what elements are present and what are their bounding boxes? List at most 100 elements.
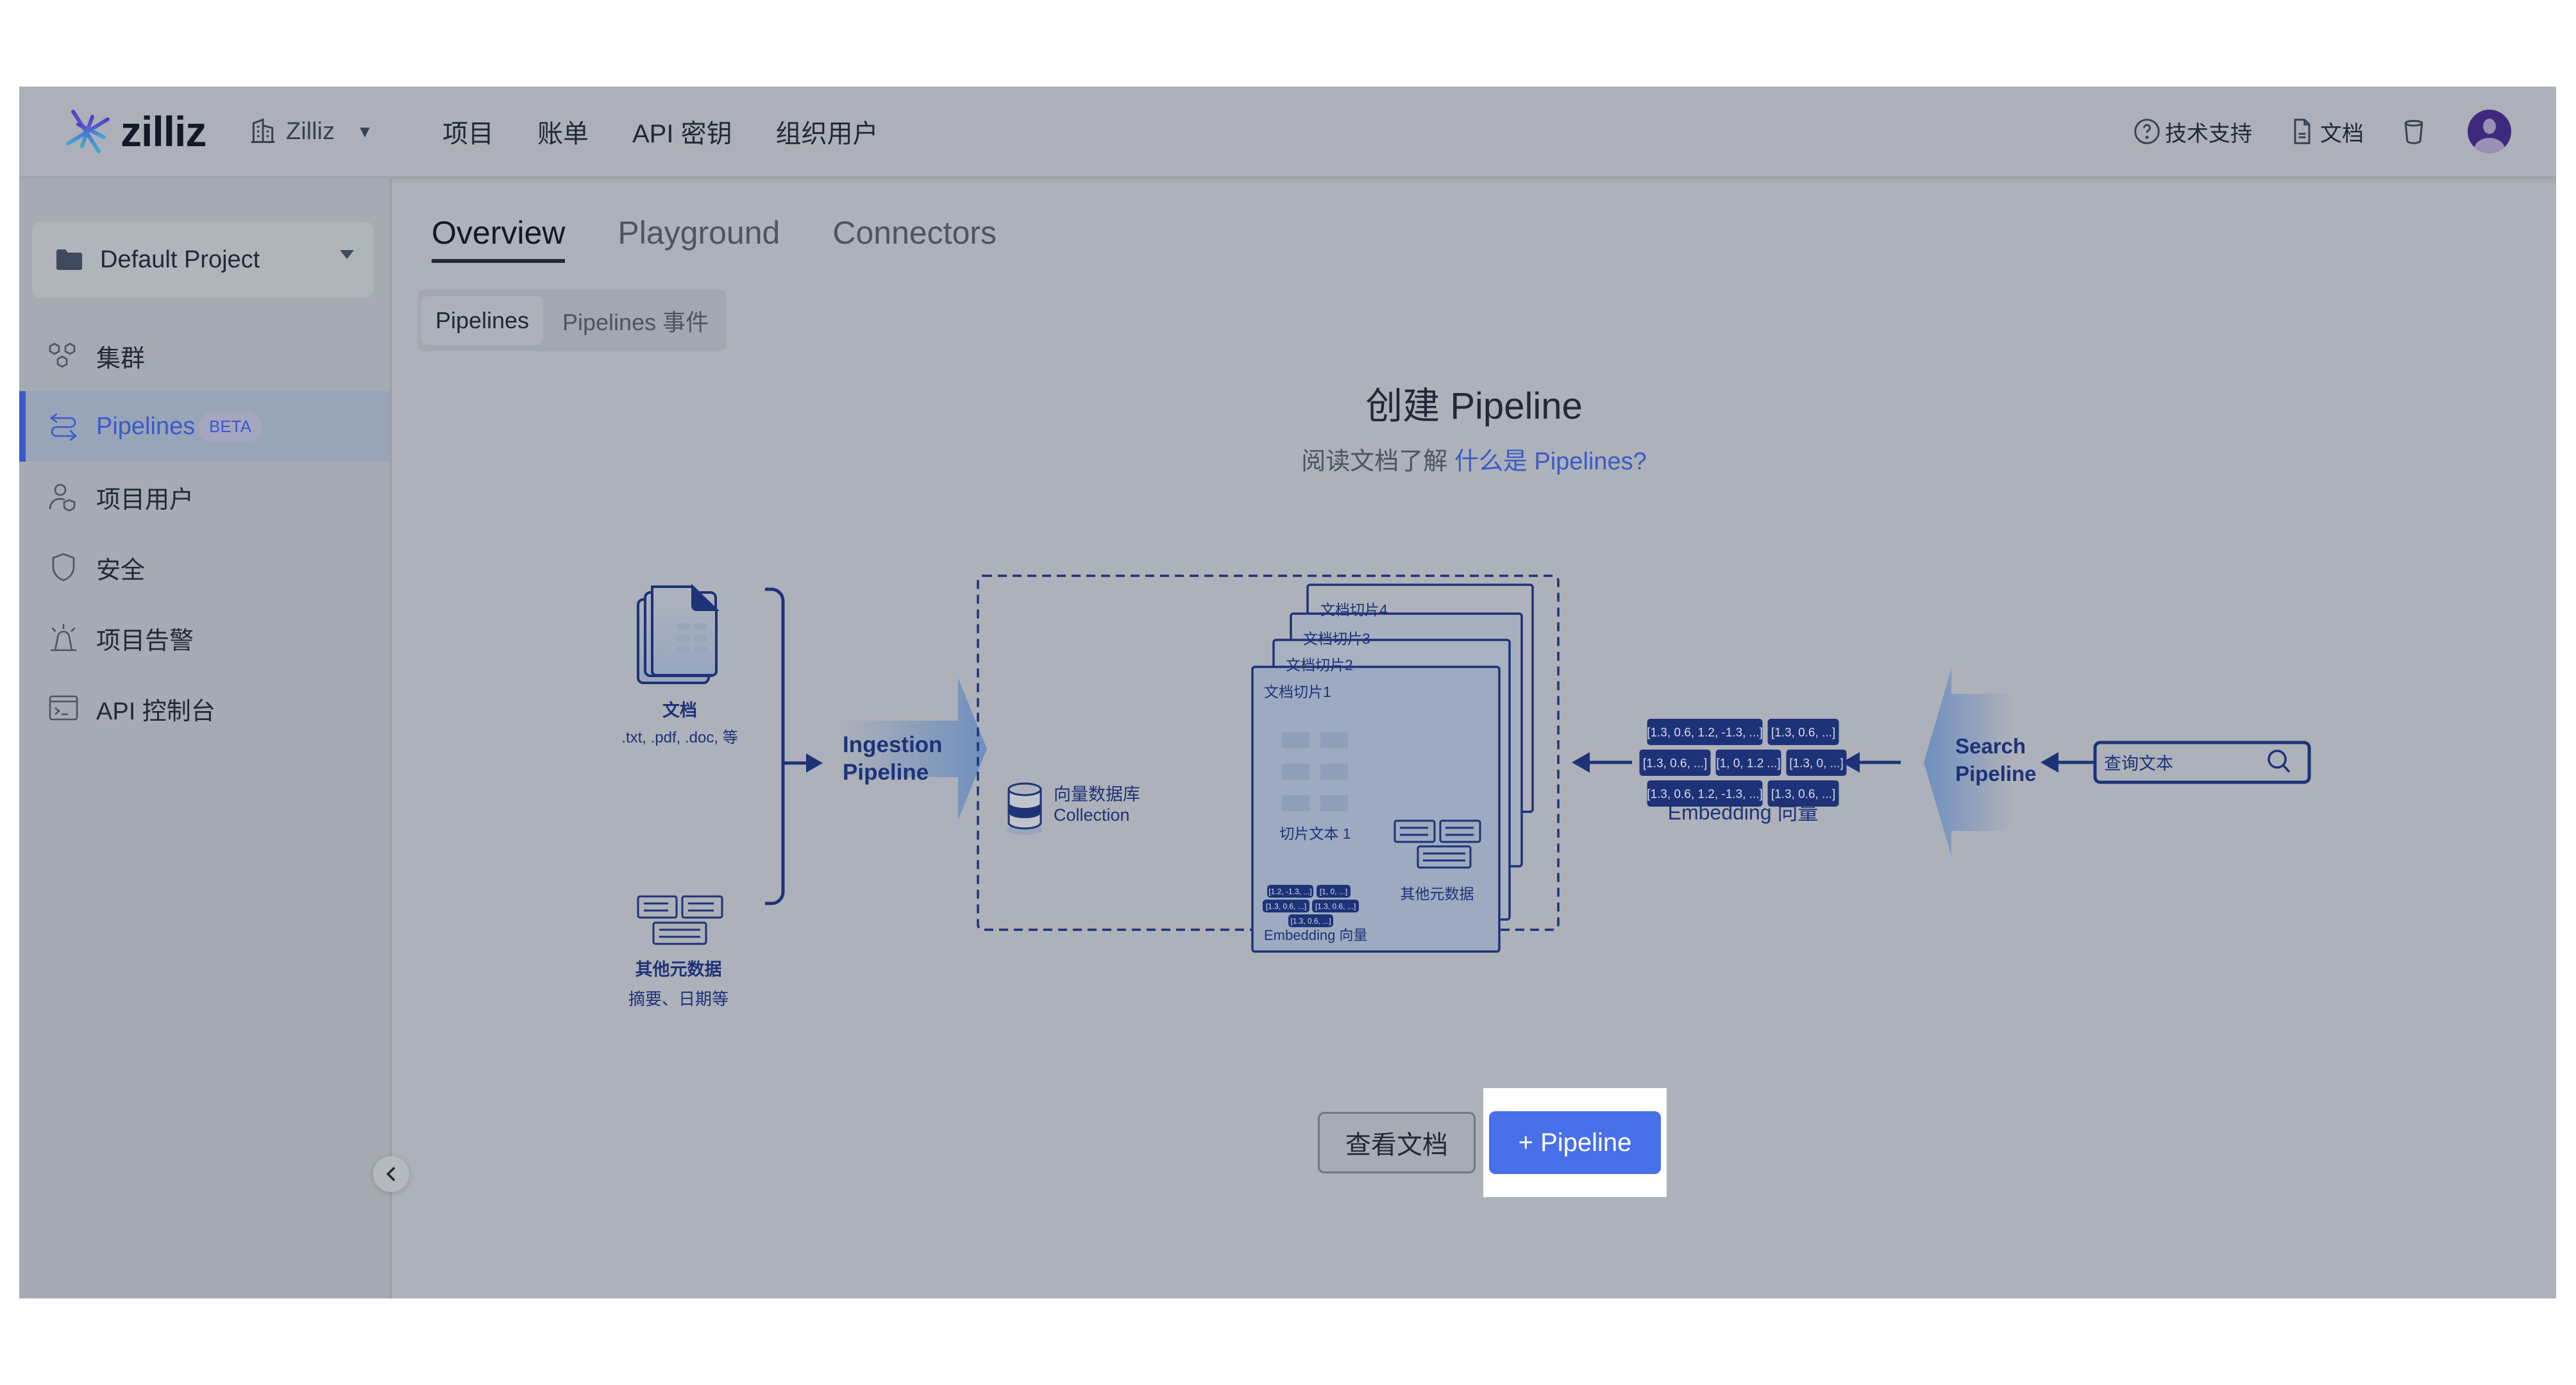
sidebar-item-clusters[interactable]: 集群: [19, 321, 390, 391]
shield-icon: [52, 553, 75, 582]
user-avatar[interactable]: [2468, 110, 2511, 153]
docs-label: 文档: [662, 700, 697, 720]
avatar-body: [2474, 138, 2505, 153]
sidebar-item-alerts[interactable]: 项目告警: [19, 603, 390, 673]
ingestion-label-line1: Ingestion: [843, 732, 943, 757]
query-placeholder: 查询文本: [2104, 754, 2173, 773]
zilliz-logo[interactable]: zilliz: [59, 103, 206, 160]
project-name: Default Project: [100, 246, 260, 273]
caret-down-icon: [340, 250, 354, 259]
chunk-label-2: 文档切片2: [1286, 657, 1353, 673]
ingestion-label-2: Pipeline: [843, 760, 929, 785]
sidebar-item-label: API 控制台: [96, 698, 215, 725]
chunk-vector-pill: [1.3, 0.6, ...]: [1290, 916, 1331, 925]
metadata-examples: 摘要、日期等: [628, 989, 728, 1009]
bracket: [765, 587, 785, 905]
search-icon: [2268, 750, 2291, 773]
search-label: Search: [1955, 734, 2026, 758]
chunk-vector-pill: [1.3, 0.6, ...]: [1266, 902, 1306, 911]
embedding-label: Embedding 向量: [1668, 801, 1819, 824]
clusters-icon: [49, 342, 76, 368]
folder-icon: [56, 249, 82, 270]
beta-badge: BETA: [199, 411, 262, 442]
document-icon: [2294, 119, 2311, 144]
search-label-line1: Search: [1955, 734, 2026, 758]
sidebar: Default Project 集群 Pipelines BETA 项目用户 安…: [19, 178, 392, 1298]
zilliz-star-icon: [60, 103, 116, 160]
nav-api-keys[interactable]: API 密钥: [632, 113, 732, 150]
chunk-embedding-label: Embedding 向量: [1264, 927, 1367, 943]
trash-bin-icon: [2404, 120, 2423, 144]
pipelines-icon: [49, 413, 77, 441]
sidebar-item-label: 项目告警: [96, 627, 194, 655]
caret-down-icon: ▼: [356, 121, 373, 141]
embedding-vector-pill: [1.3, 0.6, 1.2, -1.3, ...]: [1647, 726, 1763, 739]
chunk-label-4: 文档切片4: [1320, 601, 1388, 618]
arrowhead-to-collection: [1572, 752, 1590, 773]
ingestion-label: Ingestion: [843, 732, 943, 757]
sidebar-item-label: 安全: [96, 557, 146, 584]
org-name: Zilliz: [286, 117, 335, 145]
search-label-2: Pipeline: [1955, 762, 2037, 785]
collapse-sidebar-button[interactable]: [373, 1156, 409, 1192]
app-window: zilliz Zilliz ▼ 项目 账单 API 密钥 组织用户 技术支持 文…: [19, 87, 2556, 1298]
docs-label: 文档: [2320, 121, 2364, 146]
add-pipeline-highlight: + Pipeline: [1483, 1088, 1667, 1197]
support-link[interactable]: 技术支持: [2133, 116, 2252, 147]
sidebar-item-api-console[interactable]: API 控制台: [19, 673, 390, 744]
chunk-vector-pill: [1.3, 0.6, ...]: [1315, 902, 1356, 911]
chunk-vector-pill: [1, 0, ...]: [1320, 887, 1347, 896]
docs-link[interactable]: 文档: [2288, 116, 2364, 147]
embedding-vector-pill: [1.3, 0.6, ...]: [1771, 726, 1835, 739]
sidebar-item-project-users[interactable]: 项目用户: [19, 462, 390, 532]
alarm-icon: [50, 623, 77, 651]
avatar-head: [2483, 119, 2496, 134]
project-selector[interactable]: Default Project: [32, 222, 373, 298]
embedding-vectors: [1.3, 0.6, 1.2, -1.3, ...] [1.3, 0.6, ...…: [1639, 719, 1847, 807]
embedding-vector-pill: [1.3, 0.6, ...]: [1643, 757, 1707, 770]
top-header: zilliz Zilliz ▼ 项目 账单 API 密钥 组织用户 技术支持 文…: [19, 87, 2556, 178]
help-circle-icon: [2134, 119, 2160, 144]
sidebar-item-label: 集群: [96, 345, 146, 373]
sidebar-item-pipelines[interactable]: Pipelines BETA: [19, 391, 390, 462]
org-selector[interactable]: Zilliz ▼: [249, 112, 373, 151]
main-content: Overview Playground Connectors Pipelines…: [392, 178, 2556, 1298]
bracket-arrowhead: [806, 753, 823, 773]
header-actions: 技术支持 文档: [2133, 106, 2511, 157]
nav-projects[interactable]: 项目: [442, 113, 494, 150]
nav-org-users[interactable]: 组织用户: [776, 113, 879, 150]
terminal-icon: [49, 695, 78, 721]
view-docs-button[interactable]: 查看文档: [1318, 1112, 1476, 1173]
project-users-icon: [49, 483, 76, 512]
db-label: 向量数据库: [1054, 785, 1140, 804]
add-pipeline-button[interactable]: + Pipeline: [1489, 1111, 1661, 1174]
embedding-vector-pill: [1, 0, 1.2 ...]: [1716, 757, 1780, 770]
sidebar-item-security[interactable]: 安全: [19, 532, 390, 603]
action-buttons: 查看文档 + Pipeline: [1318, 1088, 1667, 1197]
embedding-vector-pill: [1.3, 0, ...]: [1789, 757, 1844, 770]
chunk-label-3: 文档切片3: [1303, 630, 1370, 647]
chevron-left-icon: [386, 1166, 396, 1182]
sidebar-item-label: 项目用户: [96, 486, 194, 514]
embedding-vector-pill: [1.3, 0.6, ...]: [1771, 787, 1835, 801]
db-sub: Collection: [1054, 805, 1130, 825]
building-icon: [251, 118, 275, 143]
trash-button[interactable]: [2400, 117, 2432, 146]
sidebar-item-label: Pipelines: [96, 412, 196, 440]
arrowhead-to-search: [2041, 752, 2058, 773]
chunk-label-1: 文档切片1: [1264, 684, 1331, 700]
chunk-text-label: 切片文本 1: [1279, 825, 1351, 842]
search-label-line2: Pipeline: [1955, 762, 2037, 785]
nav-billing[interactable]: 账单: [537, 113, 589, 150]
chunk-metadata-label: 其他元数据: [1401, 886, 1474, 902]
logo-text: zilliz: [121, 108, 206, 155]
ingestion-label-line2: Pipeline: [843, 760, 929, 785]
metadata-label: 其他元数据: [636, 960, 722, 979]
embedding-vector-pill: [1.3, 0.6, 1.2, -1.3, ...]: [1647, 787, 1763, 801]
support-label: 技术支持: [2165, 121, 2252, 146]
docs-types: .txt, .pdf, .doc, 等: [621, 729, 737, 746]
metadata-icon: [637, 895, 723, 945]
top-nav: 项目 账单 API 密钥 组织用户: [442, 112, 922, 151]
chunk-vector-pill: [1.2, -1.3, ...]: [1268, 887, 1311, 896]
database-icon: [1007, 782, 1043, 835]
